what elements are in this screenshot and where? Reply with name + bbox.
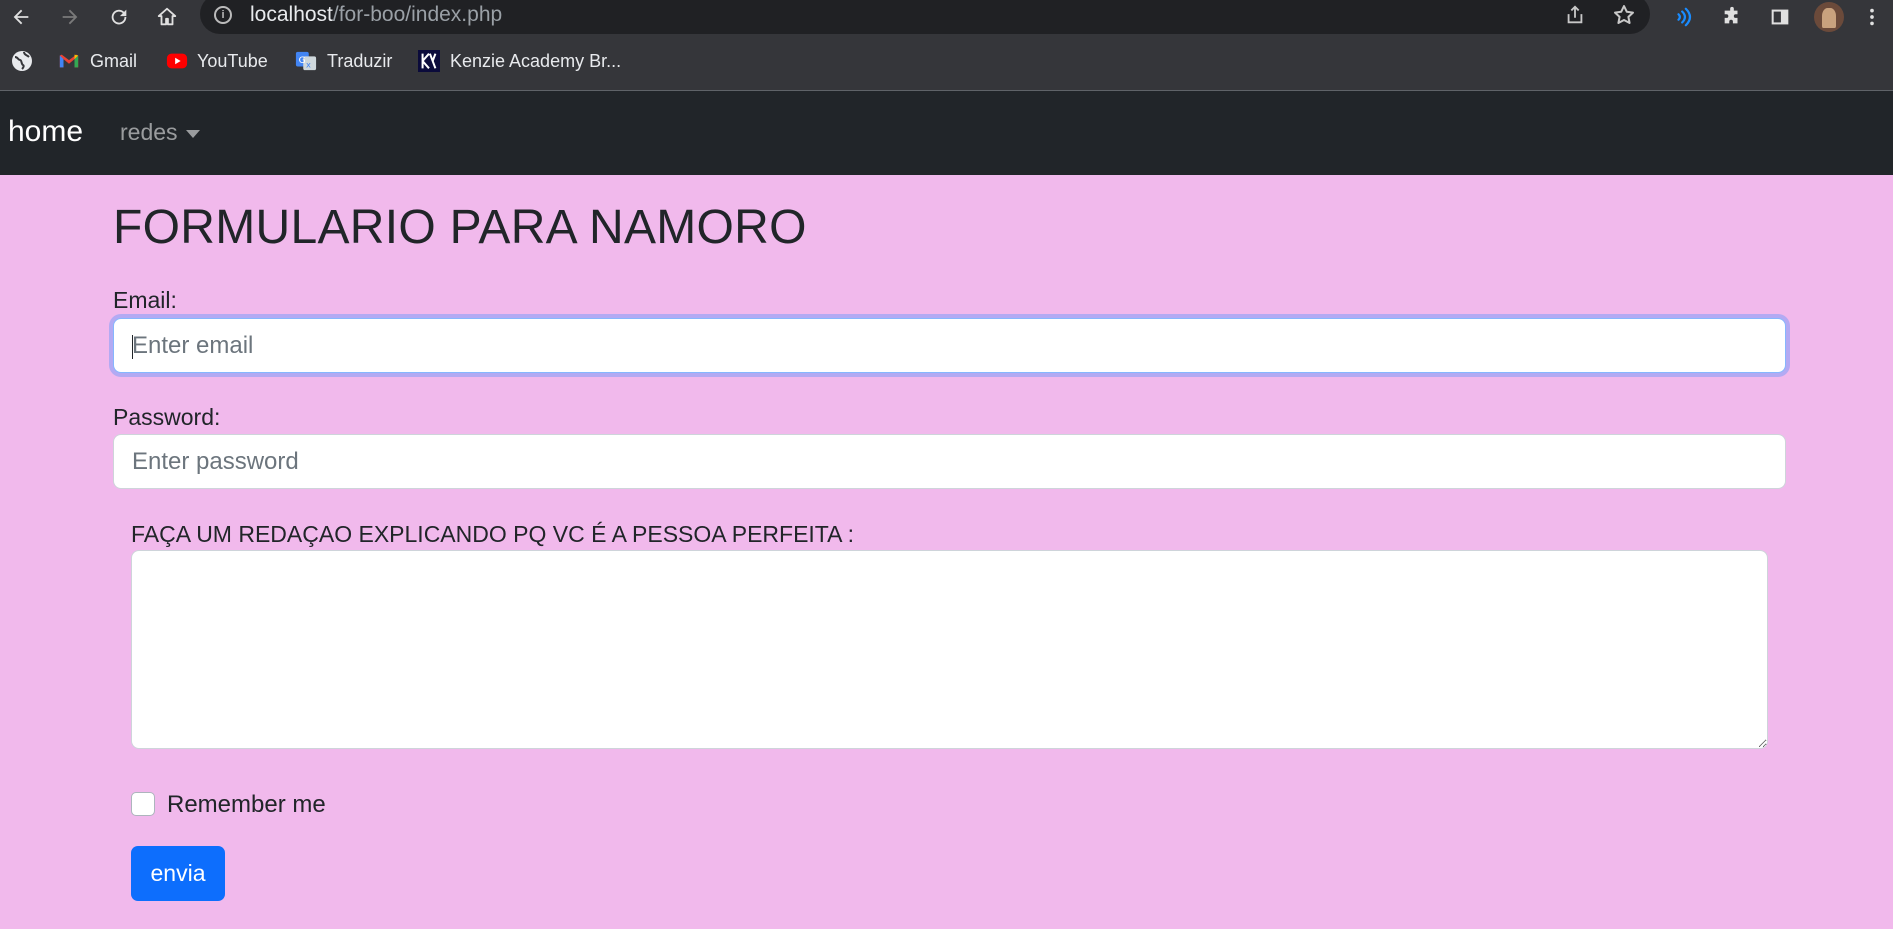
submit-button[interactable]: envia	[131, 846, 225, 901]
extensions-puzzle-icon[interactable]	[1717, 2, 1747, 32]
browser-toolbar: i localhost/for-boo/index.php	[0, 0, 1893, 34]
bookmarks-bar: Gmail YouTube Gx Traduzir Kenzie Academy…	[0, 34, 1893, 91]
url-text[interactable]: localhost/for-boo/index.php	[250, 3, 502, 27]
essay-label: FAÇA UM REDAÇAO EXPLICANDO PQ VC É A PES…	[131, 521, 855, 547]
apps-globe-icon[interactable]	[10, 48, 34, 74]
svg-text:x: x	[306, 59, 311, 69]
remember-me-label[interactable]: Remember me	[167, 791, 326, 819]
navbar: home redes	[0, 91, 1893, 175]
password-input[interactable]	[113, 434, 1786, 489]
bookmark-label: Traduzir	[327, 50, 393, 71]
bookmark-youtube[interactable]: YouTube	[165, 48, 268, 74]
bookmark-label: Gmail	[90, 50, 138, 71]
google-translate-icon: Gx	[295, 50, 317, 72]
svg-text:G: G	[299, 55, 306, 66]
bookmark-star-icon[interactable]	[1609, 0, 1639, 30]
email-input[interactable]	[113, 318, 1786, 373]
read-aloud-extension-icon[interactable]	[1669, 2, 1699, 32]
remember-me-checkbox[interactable]	[131, 792, 155, 816]
youtube-icon	[165, 50, 188, 72]
address-bar[interactable]: i localhost/for-boo/index.php	[200, 0, 1650, 34]
bookmark-label: YouTube	[197, 50, 268, 71]
email-label: Email:	[113, 287, 177, 313]
bookmark-traduzir[interactable]: Gx Traduzir	[295, 48, 392, 74]
forward-arrow-icon[interactable]	[55, 2, 85, 32]
share-icon[interactable]	[1560, 0, 1590, 30]
kenzie-academy-icon	[418, 50, 440, 72]
menu-kebab-icon[interactable]	[1862, 2, 1882, 32]
navbar-brand-home[interactable]: home	[8, 115, 83, 149]
side-panel-icon[interactable]	[1765, 2, 1795, 32]
site-info-icon[interactable]: i	[214, 6, 232, 24]
redes-dropdown-toggle[interactable]: redes	[120, 119, 200, 146]
essay-textarea[interactable]	[131, 550, 1768, 749]
text-cursor	[132, 335, 133, 359]
home-icon[interactable]	[152, 2, 182, 32]
back-arrow-icon[interactable]	[6, 2, 36, 32]
dropdown-label: redes	[120, 119, 178, 145]
bookmark-kenzie[interactable]: Kenzie Academy Br...	[418, 48, 621, 74]
bookmark-label: Kenzie Academy Br...	[450, 50, 622, 71]
page-title: FORMULARIO PARA NAMORO	[113, 201, 807, 254]
reload-icon[interactable]	[104, 2, 134, 32]
bookmark-gmail[interactable]: Gmail	[58, 48, 137, 74]
gmail-icon	[58, 50, 80, 72]
caret-down-icon	[185, 129, 200, 138]
password-label: Password:	[113, 404, 221, 430]
profile-avatar[interactable]	[1814, 2, 1844, 32]
